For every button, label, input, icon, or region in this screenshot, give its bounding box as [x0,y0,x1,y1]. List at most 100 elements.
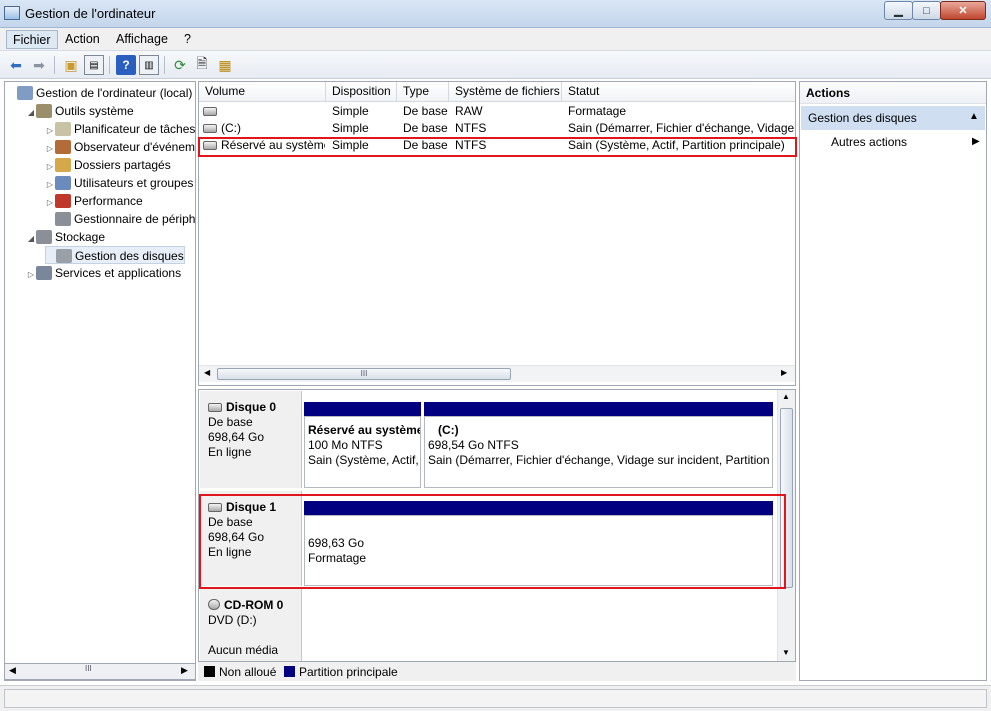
column-header-status[interactable]: Statut [562,82,795,102]
menu-fichier[interactable]: Fichier [6,30,58,49]
tree-item[interactable]: ▷ Performance [45,192,143,210]
disk-management-icon [56,249,72,263]
tree-item[interactable]: ▷ Services et applications [26,264,181,282]
toolbar-separator [54,56,55,74]
tree-item[interactable]: ▷Utilisateurs et groupes locaux [45,174,195,192]
volume-cell-text: Formatage [568,104,627,118]
tree-item-label: Planificateur de tâches [74,122,196,136]
volume-cell-text: (C:) [221,121,241,135]
tree-item[interactable]: Gestionnaire de périphériques [45,210,196,228]
close-button[interactable]: ✕ [940,1,986,20]
disk-0-size: 698,64 Go [208,430,265,444]
tree-item-label: Gestionnaire de périphériques [74,212,196,226]
partition-title: (C:) [438,423,459,437]
toolbar-separator [164,56,165,74]
scroll-thumb-grip-icon[interactable]: III [85,664,92,673]
actions-item-label: Autres actions [831,135,908,149]
tree-item[interactable]: ▷Observateur d'événements [45,138,196,156]
scroll-right-icon[interactable]: ▶ [181,665,188,676]
tree-item[interactable]: Gestion des disques [45,246,185,264]
volume-cell-text: Sain (Démarrer, Fichier d'échange, Vidag… [568,121,794,135]
help-icon[interactable]: ? [116,55,136,75]
menu-action[interactable]: Action [59,30,106,49]
status-bar [0,685,991,711]
cdrom-0-state: Aucun média [208,643,279,657]
properties-icon[interactable]: 🗎 [192,55,212,75]
legend-unallocated: Non alloué [204,665,276,679]
up-folder-icon[interactable]: ▣ [61,55,81,75]
column-header-disposition[interactable]: Disposition [326,82,397,102]
actions-section-label: Gestion des disques [808,111,917,125]
action-pane-icon[interactable]: ▥ [139,55,159,75]
tree-item-label: Services et applications [55,266,182,280]
scroll-thumb[interactable]: III [217,368,511,380]
rescan-icon[interactable]: ▦ [215,55,235,75]
volume-cell-text: De base [403,104,448,118]
volume-cell-disposition: Simple [332,120,397,137]
forward-icon[interactable]: ➡ [29,55,49,75]
column-header-type[interactable]: Type [397,82,449,102]
volume-cell-text: RAW [455,104,483,118]
collapsed-arrow-icon[interactable]: ▷ [26,266,36,284]
cdrom-0-label[interactable]: CD-ROM 0 DVD (D:) Aucun média [200,589,302,661]
expanded-arrow-icon[interactable]: ◢ [26,230,36,248]
legend-label: Partition principale [299,665,398,679]
volume-row[interactable]: Simple De base RAW Formatage [199,103,795,120]
console-tree: Gestion de l'ordinateur (local) ◢ Outils s… [4,81,196,681]
disk-0-name: Disque 0 [226,400,277,414]
disk-0-state: En ligne [208,445,252,459]
scroll-left-icon[interactable]: ◀ [9,665,16,676]
computer-icon [17,86,33,100]
volume-cell-text: Simple [332,121,369,135]
scroll-down-icon[interactable]: ▼ [782,648,790,657]
menu-affichage[interactable]: Affichage [110,30,174,49]
scroll-right-icon[interactable]: ▶ [781,368,787,377]
menu-help[interactable]: ? [178,30,197,49]
shared-folder-icon [55,158,71,172]
partition-title: Réservé au système [308,423,421,437]
tree-item[interactable]: ▷ Dossiers partagés [45,156,171,174]
disk-0-partition-reserved[interactable]: Réservé au système 100 Mo NTFS Sain (Sys… [304,416,421,488]
tree-item[interactable]: ▷ Planificateur de tâches [45,120,195,138]
actions-title: Actions [800,82,986,104]
computer-management-icon [4,6,20,20]
cdrom-icon [208,599,220,610]
legend-primary-partition: Partition principale [284,665,398,679]
minimize-button[interactable]: ▁ [884,1,913,20]
column-header-volume[interactable]: Volume [199,82,326,102]
refresh-icon[interactable]: ⟳ [170,55,190,75]
scroll-up-icon[interactable]: ▲ [782,392,790,401]
actions-section-disk-management[interactable]: Gestion des disques ▲ [801,106,985,130]
users-icon [55,176,71,190]
tree-item-label: Performance [74,194,143,208]
legend-swatch [204,666,215,677]
collapse-up-icon[interactable]: ▲ [969,111,979,122]
disk-0-partition-1-bar [304,402,421,416]
toolbar-separator [109,56,110,74]
volume-disk-icon [203,107,217,116]
tree-item-label: Gestion de l'ordinateur (local) [36,86,193,100]
volume-horizontal-scrollbar[interactable]: ◀ III ▶ [199,365,795,382]
expanded-arrow-icon[interactable]: ◢ [26,104,36,122]
tree-item-label: Gestion des disques [75,249,184,263]
volume-row[interactable]: (C:) Simple De base NTFS Sain (Démarrer, Fic… [199,120,795,137]
tree-item-label: Utilisateurs et groupes locaux [74,176,195,190]
tree-item[interactable]: Gestion de l'ordinateur (local) [7,84,192,102]
tree-item[interactable]: ◢ Stockage [26,228,105,246]
legend-label: Non alloué [219,665,277,679]
maximize-button[interactable]: □ [912,1,941,20]
submenu-arrow-icon[interactable]: ▶ [972,136,980,147]
back-icon[interactable]: ⬅ [6,55,26,75]
event-viewer-icon [55,140,71,154]
actions-more-actions[interactable]: Autres actions [831,135,907,149]
disk-0-label[interactable]: Disque 0 De base 698,64 Go En ligne [200,391,302,488]
column-header-filesystem[interactable]: Système de fichiers [449,82,562,102]
tree-item[interactable]: ◢ Outils système [26,102,134,120]
show-hide-tree-icon[interactable]: ▤ [84,55,104,75]
scroll-left-icon[interactable]: ◀ [204,368,210,377]
disk-0-partition-c[interactable]: (C:) 698,54 Go NTFS Sain (Démarrer, Fich… [424,416,773,488]
tree-horizontal-scrollbar[interactable]: ◀ III ▶ [4,663,196,680]
disk-0-type: De base [208,415,253,429]
tree-item-label: Observateur d'événements [74,140,196,154]
partition-status: Sain (Démarrer, Fichier d'échange, Vidag… [428,453,772,467]
